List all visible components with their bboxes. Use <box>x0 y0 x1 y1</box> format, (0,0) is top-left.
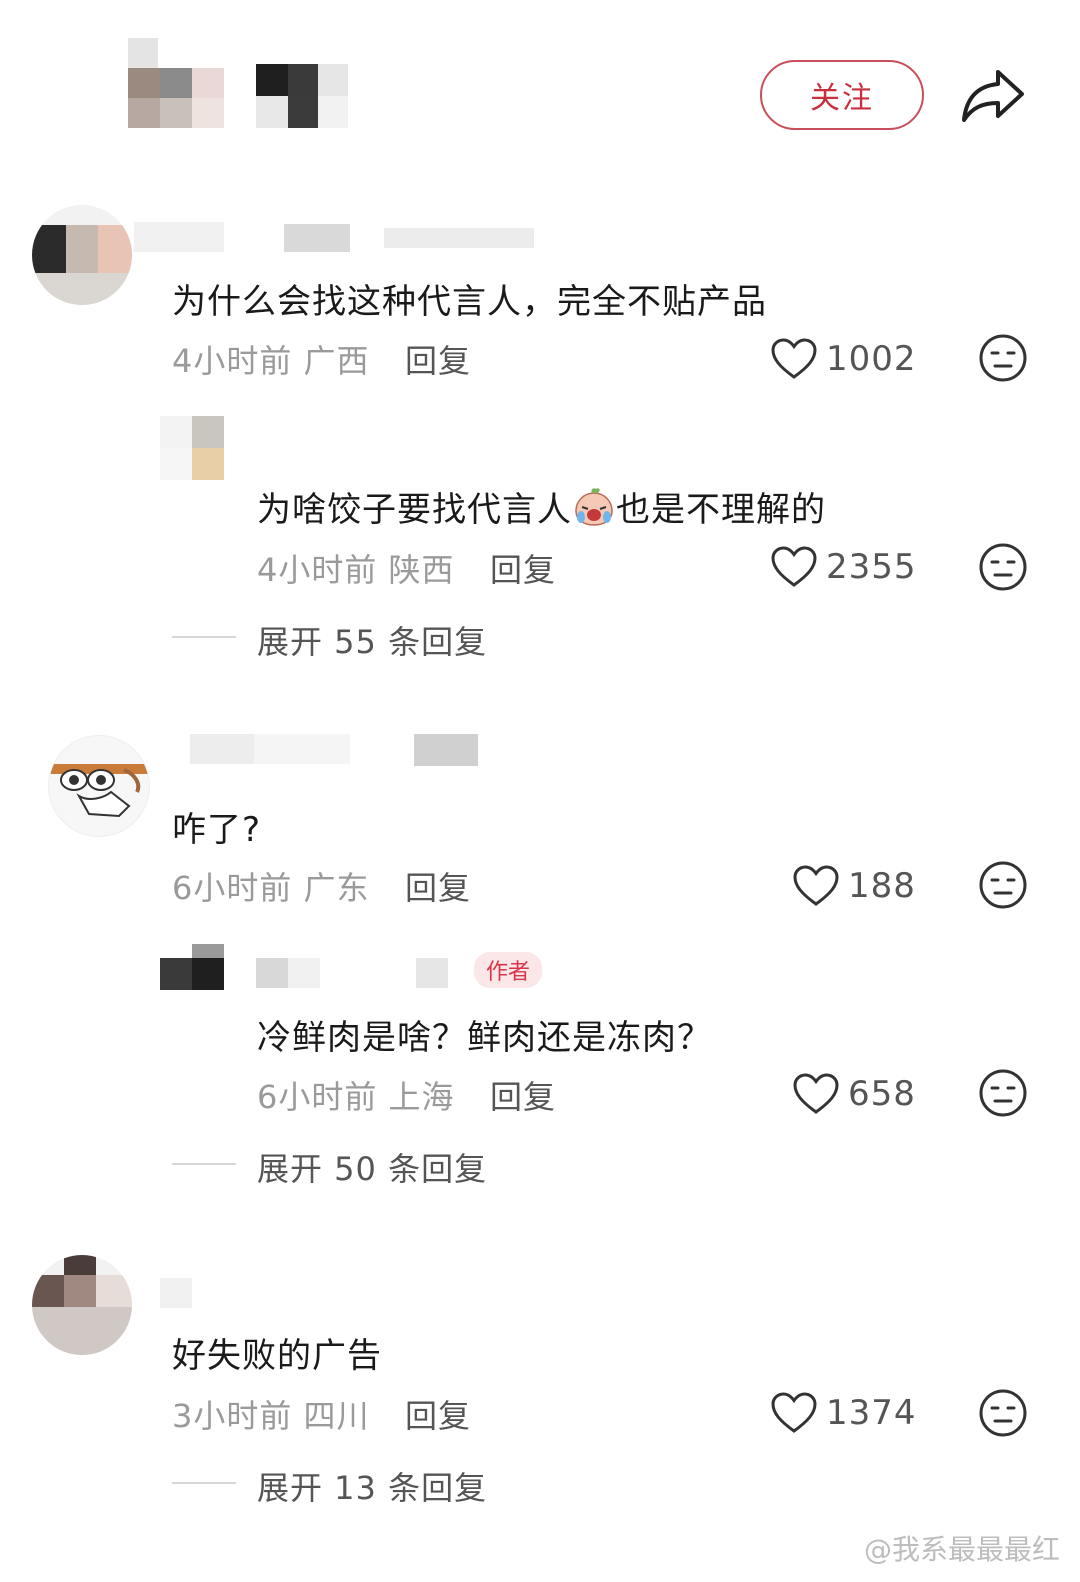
commenter-avatar[interactable] <box>32 205 132 305</box>
like-count: 658 <box>848 1074 916 1114</box>
author-badge: 作者 <box>474 952 543 988</box>
reply-time: 6小时前 <box>257 1078 378 1116</box>
follow-button[interactable]: 关注 <box>760 60 924 130</box>
reply-button[interactable]: 回复 <box>405 863 471 909</box>
reply-button[interactable]: 回复 <box>405 1391 471 1437</box>
reply-time: 4小时前 <box>257 551 378 589</box>
like-count: 1374 <box>826 1393 917 1433</box>
heart-icon <box>771 1392 817 1433</box>
reply-text-after: 也是不理解的 <box>616 490 826 530</box>
commenter-avatar[interactable] <box>48 735 150 837</box>
comment-time: 3小时前 <box>172 1397 293 1435</box>
like-count: 188 <box>848 866 916 906</box>
comment-meta: 4小时前 广西 <box>172 336 370 382</box>
expand-divider <box>172 1482 236 1484</box>
comment-time: 4小时前 <box>172 342 293 380</box>
expand-replies-button[interactable]: 展开 50 条回复 <box>257 1144 487 1190</box>
expand-divider <box>172 636 236 638</box>
reply-button[interactable]: 回复 <box>490 1072 556 1118</box>
replier-avatar[interactable] <box>160 416 224 480</box>
heart-icon <box>793 1073 839 1114</box>
commenter-name-blurred[interactable] <box>134 222 544 252</box>
replier-name-blurred[interactable] <box>256 958 476 988</box>
expand-replies-button[interactable]: 展开 55 条回复 <box>257 617 487 663</box>
comment-meta: 6小时前 广东 <box>172 863 370 909</box>
reply-meta: 4小时前 陕西 <box>257 545 455 591</box>
comment-location: 广西 <box>303 342 370 380</box>
comment-location: 四川 <box>303 1397 370 1435</box>
reply-location: 陕西 <box>388 551 455 589</box>
reply-text: 为啥饺子要找代言人 也是不理解的 <box>257 482 826 531</box>
like-button[interactable]: 658 <box>792 1069 916 1119</box>
like-count: 1002 <box>826 339 917 379</box>
watermark: @我系最最最红 <box>863 1533 1060 1566</box>
heart-icon <box>771 338 817 379</box>
like-button[interactable]: 1374 <box>770 1388 917 1438</box>
reply-button[interactable]: 回复 <box>405 336 471 382</box>
reply-text-before: 为啥饺子要找代言人 <box>257 490 572 530</box>
commenter-avatar[interactable] <box>32 1255 132 1355</box>
comment-meta: 3小时前 四川 <box>172 1391 370 1437</box>
comment-location: 广东 <box>303 869 370 907</box>
reply-location: 上海 <box>388 1078 455 1116</box>
author-avatar-blurred[interactable] <box>60 30 360 140</box>
comment-text: 好失败的广告 <box>172 1336 382 1376</box>
heart-icon <box>793 865 839 906</box>
like-button[interactable]: 2355 <box>770 542 917 592</box>
reply-meta: 6小时前 上海 <box>257 1072 455 1118</box>
commenter-name-blurred[interactable] <box>160 1278 260 1308</box>
like-count: 2355 <box>826 547 917 587</box>
crying-face-emoji <box>572 487 616 527</box>
expand-replies-button[interactable]: 展开 13 条回复 <box>257 1463 487 1509</box>
dislike-face-icon[interactable] <box>978 1388 1028 1438</box>
expand-divider <box>172 1163 236 1165</box>
reply-text: 冷鲜肉是啥？鲜肉还是冻肉？ <box>257 1018 712 1058</box>
heart-icon <box>771 546 817 587</box>
dislike-face-icon[interactable] <box>978 542 1028 592</box>
comment-text: 为什么会找这种代言人，完全不贴产品 <box>172 282 767 322</box>
like-button[interactable]: 188 <box>792 861 916 911</box>
dislike-face-icon[interactable] <box>978 860 1028 910</box>
comment-time: 6小时前 <box>172 869 293 907</box>
dislike-face-icon[interactable] <box>978 333 1028 383</box>
dislike-face-icon[interactable] <box>978 1068 1028 1118</box>
share-arrow-icon[interactable] <box>960 66 1026 124</box>
reply-button[interactable]: 回复 <box>490 545 556 591</box>
comment-text: 咋了? <box>172 810 262 850</box>
commenter-name-blurred[interactable] <box>160 734 480 766</box>
like-button[interactable]: 1002 <box>770 334 917 384</box>
follow-button-label: 关注 <box>810 81 874 116</box>
replier-avatar[interactable] <box>160 944 224 992</box>
